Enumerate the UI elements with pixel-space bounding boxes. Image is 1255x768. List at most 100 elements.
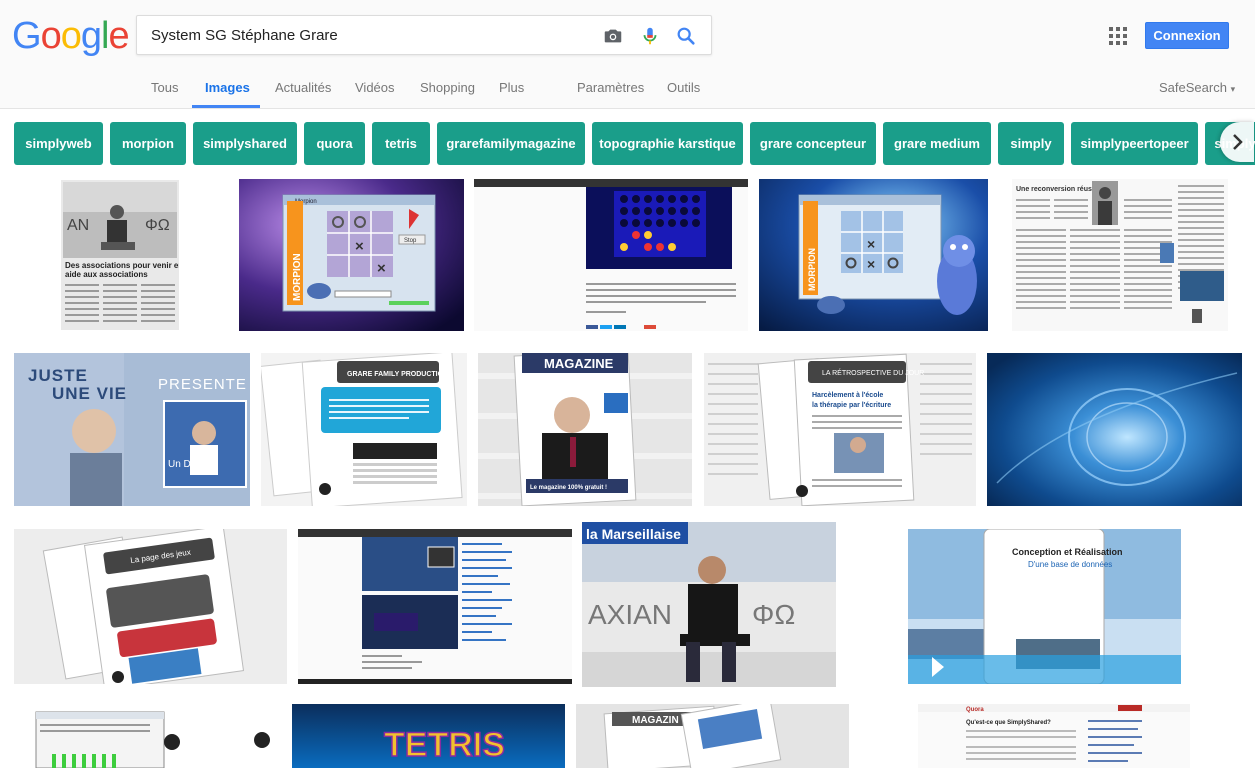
camera-icon[interactable] bbox=[602, 25, 624, 47]
svg-text:GRARE FAMILY PRODUCTION: GRARE FAMILY PRODUCTION bbox=[347, 371, 448, 378]
chip-morpion[interactable]: morpion bbox=[110, 122, 186, 165]
image-result-juste-une-vie[interactable]: JUSTE UNE VIE PRESENTE Un Destin bbox=[14, 353, 250, 506]
blue-abstract-wallpaper bbox=[987, 353, 1242, 506]
image-result-simplyshared-app[interactable] bbox=[14, 704, 286, 768]
apps-grid-icon[interactable] bbox=[1109, 27, 1127, 45]
tab-tous[interactable]: Tous bbox=[151, 80, 178, 95]
safesearch-menu[interactable]: SafeSearch ▾ bbox=[1159, 80, 1235, 95]
image-result-website-screenshot[interactable] bbox=[298, 529, 572, 684]
image-result-page-des-jeux[interactable]: La page des jeux bbox=[14, 529, 287, 684]
google-logo[interactable]: Google bbox=[12, 15, 130, 57]
tab-parametres[interactable]: Paramètres bbox=[577, 80, 644, 95]
connect-four-webpage bbox=[474, 179, 748, 331]
svg-text:D'une base de données: D'une base de données bbox=[1028, 560, 1112, 569]
svg-text:UNE VIE: UNE VIE bbox=[52, 384, 127, 403]
logo-letter: o bbox=[40, 15, 62, 57]
image-result-magazine-stack[interactable]: MAGAZIN bbox=[576, 704, 849, 768]
svg-text:PRESENTE: PRESENTE bbox=[158, 376, 247, 393]
svg-text:Conception et Réalisation: Conception et Réalisation bbox=[1012, 547, 1123, 557]
newspaper-article-scan: Une reconversion réussie... bbox=[1012, 179, 1228, 331]
related-searches-chips: simplyweb morpion simplyshared quora tet… bbox=[0, 120, 1255, 166]
header: Google Connexion Tous Images Actualités … bbox=[0, 0, 1255, 109]
chip-quora[interactable]: quora bbox=[304, 122, 365, 165]
newspaper-photo: ΑΝ ΦΩ Des associations pour venir en aid… bbox=[61, 180, 179, 330]
svg-text:Quora: Quora bbox=[966, 707, 984, 713]
svg-text:aide aux associations: aide aux associations bbox=[65, 270, 148, 279]
svg-text:la thérapie par l'écriture: la thérapie par l'écriture bbox=[812, 402, 891, 409]
connexion-button[interactable]: Connexion bbox=[1145, 22, 1229, 49]
image-result-retrospective[interactable]: LA RÉTROSPECTIVE DU JOUR Harcèlement à l… bbox=[704, 353, 976, 506]
morpion-game-screenshot: Morpion × × Stop MORPION bbox=[239, 179, 464, 331]
morpion-blue-screenshot: × × MORPION bbox=[759, 179, 988, 331]
svg-text:Un Destin: Un Destin bbox=[168, 459, 212, 470]
svg-text:MORPION: MORPION bbox=[292, 253, 303, 301]
website-screenshot bbox=[298, 529, 572, 684]
svg-text:MAGAZINE: MAGAZINE bbox=[544, 356, 614, 371]
svg-text:×: × bbox=[867, 256, 875, 272]
image-result-blue-sphere[interactable] bbox=[987, 353, 1242, 506]
svg-text:TETRIS: TETRIS bbox=[384, 726, 505, 764]
grare-magazine-cover: MAGAZINE Le magazine 100% gratuit ! bbox=[478, 353, 692, 506]
chip-simplyweb[interactable]: simplyweb bbox=[14, 122, 103, 165]
image-result-quora[interactable]: Quora Qu'est-ce que SimplyShared? bbox=[918, 704, 1190, 768]
chip-grare-concepteur[interactable]: grare concepteur bbox=[750, 122, 876, 165]
chip-tetris[interactable]: tetris bbox=[372, 122, 430, 165]
svg-text:la Marseillaise: la Marseillaise bbox=[586, 526, 681, 542]
search-icon[interactable] bbox=[675, 25, 697, 47]
chip-simply[interactable]: simply bbox=[998, 122, 1064, 165]
image-result-magazine-cover[interactable]: MAGAZINE Le magazine 100% gratuit ! bbox=[478, 353, 692, 506]
image-result-la-marseillaise[interactable]: la Marseillaise ΑΧΙΑΝ ΦΩ bbox=[582, 522, 836, 687]
image-result-association-newspaper[interactable]: ΑΝ ΦΩ Des associations pour venir en aid… bbox=[61, 180, 179, 330]
image-result-newspaper-article[interactable]: Une reconversion réussie... bbox=[1012, 179, 1228, 331]
svg-text:ΦΩ: ΦΩ bbox=[145, 217, 170, 234]
logo-letter: l bbox=[100, 15, 110, 57]
magazine-stack-photo: MAGAZIN bbox=[576, 704, 849, 768]
search-box[interactable] bbox=[136, 15, 712, 55]
image-result-tetris[interactable]: TETRIS bbox=[292, 704, 565, 768]
retrospective-article: LA RÉTROSPECTIVE DU JOUR Harcèlement à l… bbox=[704, 353, 976, 506]
quora-page-screenshot: Quora Qu'est-ce que SimplyShared? bbox=[918, 704, 1190, 768]
svg-text:Stop: Stop bbox=[404, 238, 417, 244]
chip-grare-medium[interactable]: grare medium bbox=[883, 122, 991, 165]
tab-images[interactable]: Images bbox=[205, 80, 250, 95]
chip-grarefamilymagazine[interactable]: grarefamilymagazine bbox=[437, 122, 585, 165]
tab-shopping[interactable]: Shopping bbox=[420, 80, 475, 95]
games-page-flyer: La page des jeux bbox=[14, 529, 287, 684]
chevron-right-icon bbox=[1233, 134, 1243, 150]
image-result-puissance4-page[interactable] bbox=[474, 179, 748, 331]
image-result-grare-family-production[interactable]: GRARE FAMILY PRODUCTION bbox=[261, 353, 467, 506]
image-result-conception-realisation[interactable]: Conception et Réalisation D'une base de … bbox=[908, 529, 1181, 684]
svg-text:ΑΝ: ΑΝ bbox=[67, 217, 89, 234]
search-input[interactable] bbox=[151, 16, 591, 54]
active-tab-indicator bbox=[192, 105, 260, 108]
microphone-icon[interactable] bbox=[639, 25, 661, 47]
tetris-game-art: TETRIS bbox=[292, 704, 565, 768]
svg-text:Harcèlement à l'école: Harcèlement à l'école bbox=[812, 392, 883, 399]
la-marseillaise-photo: la Marseillaise ΑΧΙΑΝ ΦΩ bbox=[582, 522, 836, 687]
logo-letter: e bbox=[108, 15, 129, 57]
image-result-morpion-space[interactable]: Morpion × × Stop MORPION bbox=[239, 179, 464, 331]
tab-actualites[interactable]: Actualités bbox=[275, 80, 331, 95]
logo-letter: G bbox=[12, 15, 42, 57]
image-result-morpion-blue[interactable]: × × MORPION bbox=[759, 179, 988, 331]
grare-family-flyer: GRARE FAMILY PRODUCTION bbox=[261, 353, 467, 506]
logo-letter: g bbox=[80, 15, 102, 57]
svg-text:MORPION: MORPION bbox=[807, 248, 817, 291]
chip-simplyshared[interactable]: simplyshared bbox=[193, 122, 297, 165]
application-window-screenshot bbox=[14, 704, 286, 768]
svg-text:×: × bbox=[377, 260, 386, 277]
svg-text:Qu'est-ce que SimplyShared?: Qu'est-ce que SimplyShared? bbox=[966, 720, 1051, 726]
safesearch-label: SafeSearch bbox=[1159, 80, 1227, 95]
svg-text:Le magazine 100% gratuit !: Le magazine 100% gratuit ! bbox=[530, 485, 607, 491]
database-design-cover: Conception et Réalisation D'une base de … bbox=[908, 529, 1181, 684]
chips-next-button[interactable] bbox=[1220, 122, 1254, 162]
chip-simplypeertopeer[interactable]: simplypeertopeer bbox=[1071, 122, 1198, 165]
chip-topographie-karstique[interactable]: topographie karstique bbox=[592, 122, 743, 165]
tab-outils[interactable]: Outils bbox=[667, 80, 700, 95]
image-results-grid: ΑΝ ΦΩ Des associations pour venir en aid… bbox=[0, 176, 1255, 768]
tab-plus[interactable]: Plus bbox=[499, 80, 524, 95]
svg-text:×: × bbox=[867, 236, 875, 252]
tab-videos[interactable]: Vidéos bbox=[355, 80, 395, 95]
svg-text:Des associations pour venir en: Des associations pour venir en bbox=[65, 261, 179, 270]
caret-down-icon: ▾ bbox=[1230, 84, 1236, 94]
